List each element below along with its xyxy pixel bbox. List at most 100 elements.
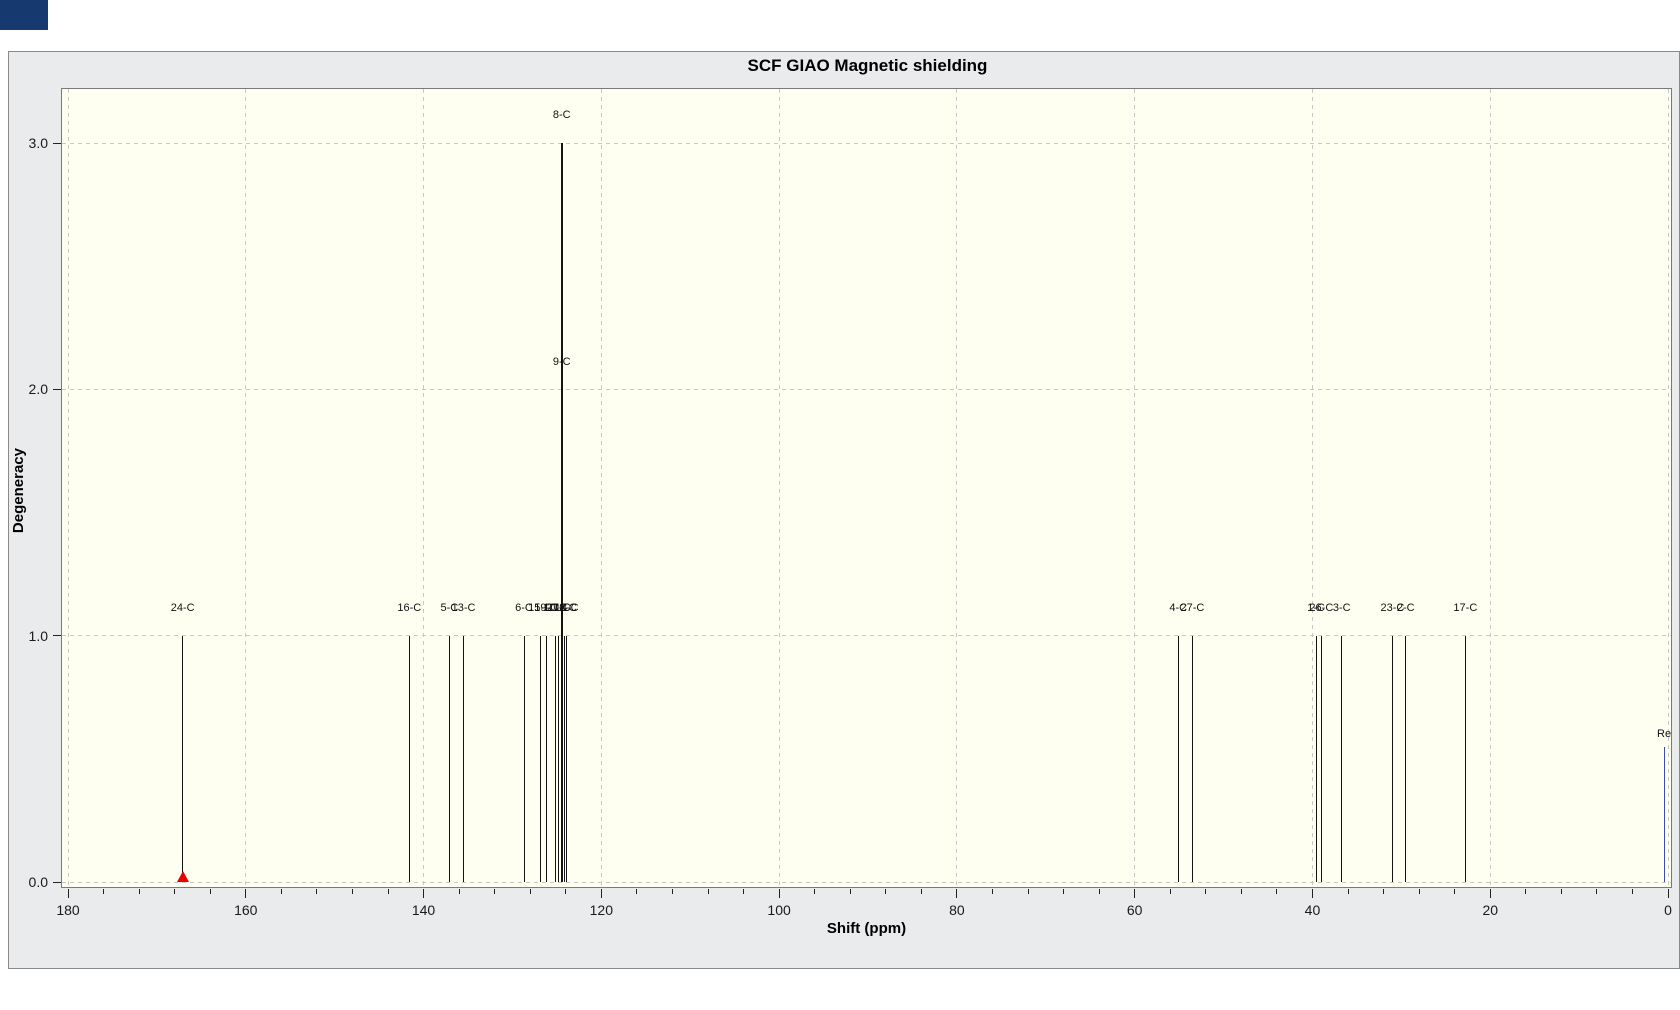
x-major-tick xyxy=(600,889,602,898)
y-major-tick xyxy=(53,388,61,390)
gridline-vertical xyxy=(245,89,247,887)
x-minor-tick xyxy=(814,889,816,894)
peak-label: 24-C xyxy=(170,602,195,615)
y-tick-label: 1.0 xyxy=(28,627,48,644)
gridline-vertical xyxy=(1489,89,1491,887)
x-major-tick xyxy=(1311,889,1313,898)
x-minor-tick xyxy=(1383,889,1385,894)
x-major-tick xyxy=(1489,889,1491,898)
x-minor-tick xyxy=(174,889,176,894)
x-minor-tick xyxy=(387,889,389,894)
x-tick-label: 100 xyxy=(767,902,791,918)
x-minor-tick xyxy=(1205,889,1207,894)
x-minor-tick xyxy=(885,889,887,894)
x-minor-tick xyxy=(280,889,282,894)
gridline-vertical xyxy=(1134,89,1136,887)
x-tick-label: 20 xyxy=(1482,902,1499,918)
x-minor-tick xyxy=(1631,889,1633,894)
x-minor-tick xyxy=(707,889,709,894)
x-tick-label: 140 xyxy=(411,902,436,918)
x-minor-tick xyxy=(529,889,531,894)
x-major-tick xyxy=(245,889,247,898)
chart-title: SCF GIAO Magnetic shielding xyxy=(747,56,988,75)
x-minor-tick xyxy=(991,889,993,894)
gridline-horizontal xyxy=(62,142,1671,144)
x-tick-label: 60 xyxy=(1126,902,1143,918)
peak-line xyxy=(554,635,556,882)
x-minor-tick xyxy=(671,889,673,894)
peak-label: 9-C xyxy=(552,355,571,368)
x-major-tick xyxy=(956,889,958,898)
x-major-tick xyxy=(778,889,780,898)
x-major-tick xyxy=(67,889,69,898)
x-minor-tick xyxy=(103,889,105,894)
peak-line xyxy=(558,635,560,882)
gridline-vertical xyxy=(1667,89,1669,887)
x-minor-tick xyxy=(351,889,353,894)
x-minor-tick xyxy=(1063,889,1065,894)
y-tick-label: 2.0 xyxy=(28,381,48,398)
x-minor-tick xyxy=(494,889,496,894)
x-minor-tick xyxy=(1454,889,1456,894)
peak-label: 27-C xyxy=(1180,602,1205,615)
peak-line xyxy=(1177,635,1179,882)
peak-line xyxy=(182,635,184,882)
x-axis-title: Shift (ppm) xyxy=(826,920,907,937)
peak-line xyxy=(566,635,568,882)
x-minor-tick xyxy=(316,889,318,894)
y-tick-label: 0.0 xyxy=(28,874,48,890)
y-tick-label: 3.0 xyxy=(28,135,48,151)
selected-peak-marker-triangle xyxy=(176,871,189,882)
x-tick-label: 120 xyxy=(589,902,613,918)
x-minor-tick xyxy=(1098,889,1100,894)
window-corner-accent xyxy=(0,0,48,30)
gridline-horizontal xyxy=(62,635,1671,637)
plot-canvas[interactable]: 24-C 16-C 5-C 13-C 6-C 15-C 19-C 10-C 21-C 7-C 9-C… xyxy=(61,88,1672,888)
peak-label: 17-C xyxy=(1453,602,1478,615)
y-major-tick xyxy=(53,635,61,637)
gridline-vertical xyxy=(778,89,780,887)
x-minor-tick xyxy=(1276,889,1278,894)
x-minor-tick xyxy=(920,889,922,894)
peak-label: 8-C xyxy=(552,109,571,122)
y-major-tick xyxy=(53,881,61,883)
gridline-vertical xyxy=(423,89,425,887)
x-minor-tick xyxy=(1027,889,1029,894)
x-minor-tick xyxy=(1418,889,1420,894)
x-minor-tick xyxy=(1240,889,1242,894)
gridline-vertical xyxy=(956,89,958,887)
x-minor-tick xyxy=(1560,889,1562,894)
peak-line xyxy=(1191,635,1193,882)
x-tick-label: 160 xyxy=(234,902,258,918)
x-minor-tick xyxy=(1169,889,1171,894)
x-minor-tick xyxy=(1596,889,1598,894)
x-minor-tick xyxy=(565,889,567,894)
peak-label: 14-C xyxy=(554,602,579,615)
peak-line xyxy=(1341,635,1343,882)
peak-line xyxy=(1391,635,1393,882)
x-major-tick xyxy=(1667,889,1669,898)
x-minor-tick xyxy=(209,889,211,894)
peak-line xyxy=(448,635,450,882)
x-minor-tick xyxy=(1347,889,1349,894)
y-major-tick xyxy=(53,142,61,144)
y-axis-title: Degeneracy xyxy=(10,448,27,534)
x-minor-tick xyxy=(743,889,745,894)
peak-line xyxy=(1464,635,1466,882)
x-minor-tick xyxy=(636,889,638,894)
x-tick-label: 180 xyxy=(56,902,80,918)
x-major-tick xyxy=(423,889,425,898)
gridline-vertical xyxy=(600,89,602,887)
x-minor-tick xyxy=(138,889,140,894)
peak-line xyxy=(539,635,541,882)
gridline-horizontal xyxy=(62,388,1671,390)
x-minor-tick xyxy=(849,889,851,894)
peak-line xyxy=(1315,635,1317,882)
x-tick-label: 0 xyxy=(1664,902,1672,918)
x-tick-label: 40 xyxy=(1304,902,1321,918)
peak-line xyxy=(523,635,525,882)
x-minor-tick xyxy=(1525,889,1527,894)
gridline-vertical xyxy=(67,89,69,887)
peak-line xyxy=(408,635,410,882)
peak-line xyxy=(545,635,547,882)
